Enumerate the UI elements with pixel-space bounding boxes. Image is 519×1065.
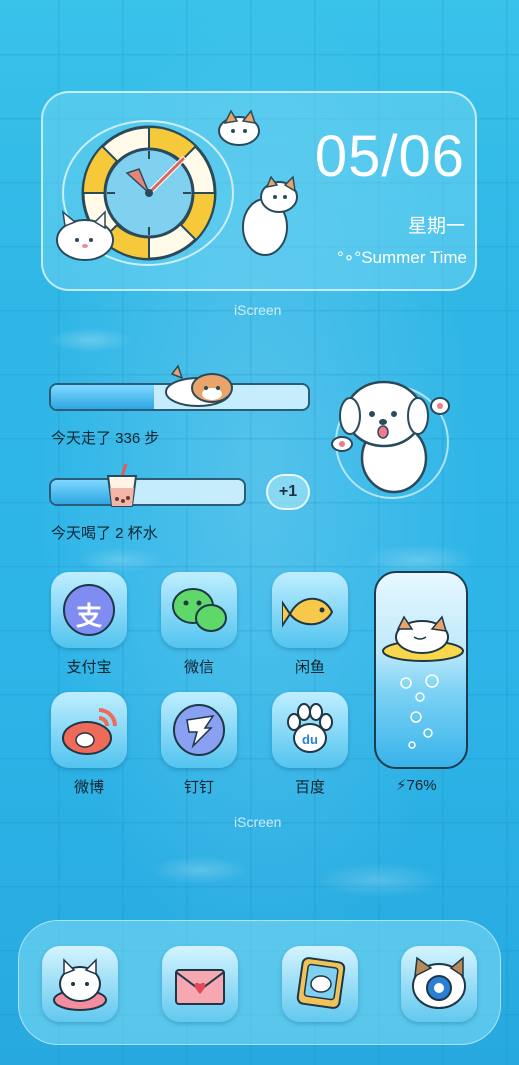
water-label: 今天喝了 2 杯水 [51, 525, 158, 542]
app-label: 微博 [73, 779, 104, 796]
dingtalk-icon [173, 704, 225, 756]
baidu-icon: du [287, 703, 333, 753]
app-label: 百度 [294, 779, 325, 796]
clock-date-widget[interactable]: 05/06 星期一 °∘°Summer Time [41, 91, 477, 291]
battery-widget[interactable] [374, 571, 468, 769]
dock-app-4[interactable] [401, 946, 477, 1022]
fish-icon [282, 597, 334, 628]
photo-frame-icon [296, 957, 346, 1009]
app-icon-tile: du [272, 692, 348, 768]
app-icon-tile [272, 572, 348, 648]
app-icon-tile: 支 [51, 572, 127, 648]
bubble-tea-icon [106, 463, 138, 507]
alipay-icon: 支 [63, 584, 115, 636]
date-display: 05/06 [314, 124, 465, 189]
app-xianyu[interactable]: 闲鱼 [265, 572, 355, 677]
summer-time-caption: °∘°Summer Time [336, 248, 467, 267]
weibo-icon [62, 708, 117, 755]
corgi-swimming-illustration [165, 364, 233, 407]
add-water-button[interactable]: +1 [266, 474, 310, 510]
white-dog-floating-illustration [331, 380, 450, 499]
cat-float-icon [53, 958, 107, 1011]
app-label: 微信 [183, 659, 214, 676]
app-icon-tile [51, 692, 127, 768]
steps-progress-fill [51, 385, 154, 409]
dock-app-2[interactable] [162, 946, 238, 1022]
wechat-icon [172, 588, 227, 632]
battery-indicator: ⚡76% [396, 776, 437, 794]
battery-percent: 76% [406, 777, 437, 794]
app-icon-tile [161, 692, 237, 768]
weekday-label: 星期一 [407, 216, 465, 237]
dog-on-float-illustration [382, 615, 464, 749]
app-dingtalk[interactable]: 钉钉 [154, 692, 244, 797]
watermark-top: iScreen [234, 302, 282, 318]
dock-app-3[interactable] [282, 946, 358, 1022]
svg-text:du: du [302, 732, 318, 747]
app-label: 支付宝 [66, 659, 112, 676]
app-wechat[interactable]: 微信 [154, 572, 244, 677]
app-alipay[interactable]: 支 支付宝 [44, 572, 134, 677]
app-label: 闲鱼 [294, 659, 325, 676]
app-weibo[interactable]: 微博 [44, 692, 134, 797]
app-icon-tile [161, 572, 237, 648]
lightning-icon: ⚡ [396, 777, 407, 794]
steps-label: 今天走了 336 步 [51, 430, 160, 447]
watermark-bottom: iScreen [234, 814, 282, 830]
dock-app-1[interactable] [42, 946, 118, 1022]
app-label: 钉钉 [183, 779, 214, 796]
dog-camera-icon [412, 956, 466, 1009]
love-letter-icon [175, 969, 225, 1005]
water-progress-bar [49, 478, 246, 506]
app-baidu[interactable]: du 百度 [265, 692, 355, 797]
